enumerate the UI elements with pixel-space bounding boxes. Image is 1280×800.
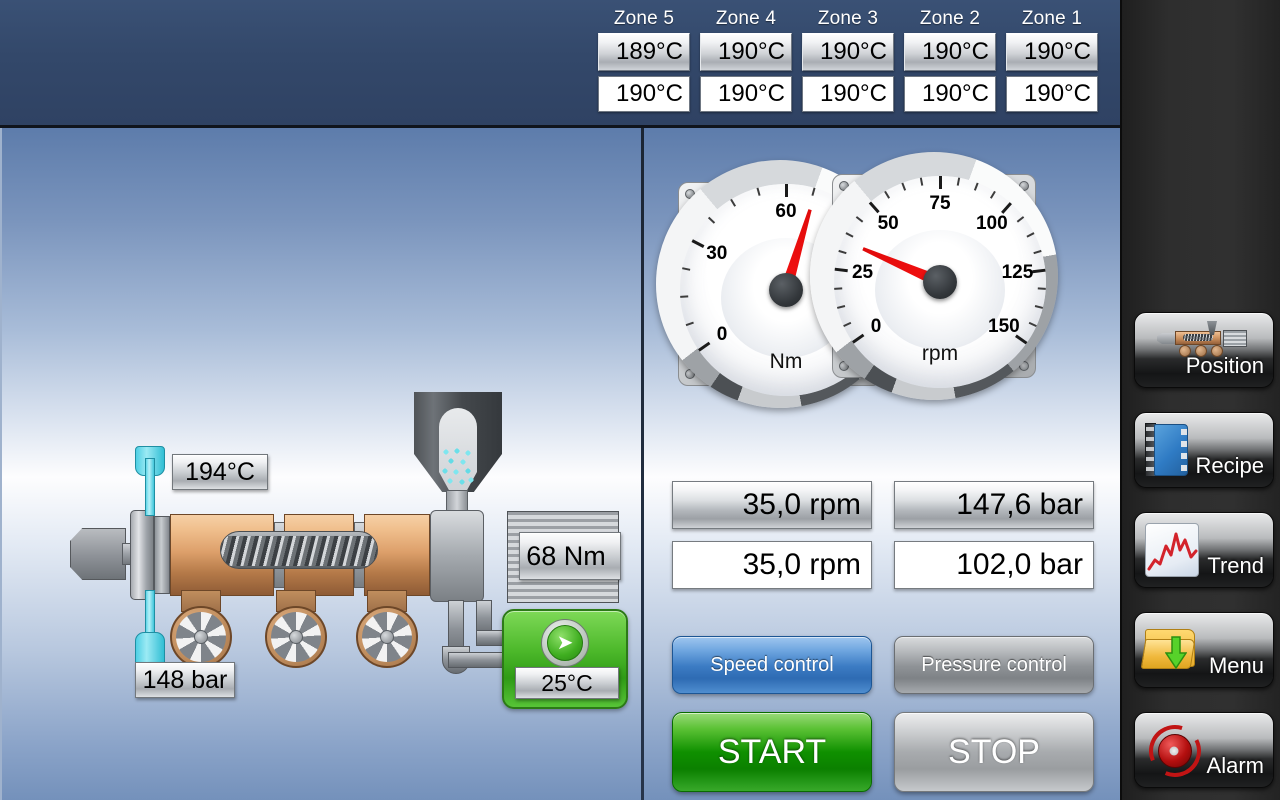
gauge-tick-label: 25 [851, 261, 874, 283]
cooling-fan-3 [356, 606, 418, 668]
hopper-pellets [440, 446, 476, 490]
gauge-unit-label: Nm [769, 350, 803, 373]
fan-hub [289, 630, 303, 644]
zone-actual-temperature: 189°C [598, 33, 690, 71]
water-temperature-display: 25°C [515, 667, 619, 699]
gearbox-flange-inner [154, 516, 170, 594]
gauge-tick-label: 150 [988, 315, 1020, 337]
gauge-hub [923, 265, 957, 299]
folder-download-icon [1140, 623, 1201, 677]
gauge-tick-label: 50 [877, 212, 899, 234]
torque-display: 68 Nm [519, 532, 621, 580]
start-button[interactable]: START [672, 712, 872, 792]
zone-column: Zone 1 190°C 190°C [1002, 6, 1102, 112]
gauge-hub [769, 273, 803, 307]
navigation-sidebar: Position Recipe Trend Menu Alarm [1120, 0, 1280, 800]
sidebar-item-recipe[interactable]: Recipe [1134, 412, 1274, 488]
zone-setpoint-temperature[interactable]: 190°C [904, 76, 996, 112]
cooling-fan-2 [265, 606, 327, 668]
notebook-icon [1145, 423, 1193, 477]
gauge-bezel: 0 25 50 75 100 125 150 rpm [810, 152, 1058, 400]
gearbox-flange [130, 510, 154, 600]
sidebar-item-label: Trend [1207, 553, 1264, 578]
gauge-tick-label: 75 [929, 193, 951, 214]
stop-button[interactable]: STOP [894, 712, 1094, 792]
temperature-sensor-stem [145, 458, 155, 516]
line-chart-icon [1145, 523, 1199, 577]
zone-actual-temperature: 190°C [802, 33, 894, 71]
water-cooling-panel[interactable]: ➤ 25°C [502, 609, 628, 709]
gauge-tick-label: 125 [1001, 261, 1034, 283]
gauge-tick-label: 60 [775, 201, 797, 222]
extruder-diagram: 68 Nm 194°C 148 bar ➤ 25°C [2, 128, 641, 800]
sidebar-item-label: Menu [1208, 653, 1264, 678]
drive-cone [70, 528, 126, 580]
fan-hub [194, 630, 208, 644]
gauge-tick-label: 0 [870, 315, 882, 337]
fan-hub [380, 630, 394, 644]
zone-actual-temperature: 190°C [1006, 33, 1098, 71]
zone-title: Zone 5 [613, 8, 675, 29]
zone-title: Zone 1 [1021, 8, 1083, 29]
screw-flights [221, 536, 377, 566]
sidebar-item-label: Position [1185, 353, 1264, 378]
gauge-unit-label: rpm [921, 342, 959, 365]
zone-column: Zone 3 190°C 190°C [798, 6, 898, 112]
arrow-right-icon: ➤ [547, 625, 583, 661]
zone-title: Zone 2 [919, 8, 981, 29]
zone-title: Zone 4 [715, 8, 777, 29]
zone-actual-temperature: 190°C [904, 33, 996, 71]
gauge-face: 0 25 50 75 100 125 150 rpm [834, 176, 1046, 388]
gauge-tick-label: 0 [716, 323, 728, 345]
sidebar-item-alarm[interactable]: Alarm [1134, 712, 1274, 788]
sidebar-item-menu[interactable]: Menu [1134, 612, 1274, 688]
pressure-actual-value: 147,6 bar [894, 481, 1094, 529]
zone-column: Zone 5 189°C 190°C [594, 6, 694, 112]
sidebar-item-trend[interactable]: Trend [1134, 512, 1274, 588]
flow-enable-button[interactable]: ➤ [541, 619, 589, 667]
zone-setpoint-temperature[interactable]: 190°C [802, 76, 894, 112]
sidebar-item-position[interactable]: Position [1134, 312, 1274, 388]
sidebar-item-label: Alarm [1206, 753, 1264, 778]
zone-title: Zone 3 [817, 8, 879, 29]
cooling-fan-1 [170, 606, 232, 668]
cooling-pipe-2 [448, 652, 510, 668]
melt-pressure-display: 148 bar [135, 662, 235, 698]
pressure-sensor-stem [145, 590, 155, 638]
sidebar-item-label: Recipe [1195, 453, 1264, 478]
gauge-tick-label: 30 [706, 242, 728, 264]
melt-temperature-display: 194°C [172, 454, 268, 490]
temperature-zone-strip: Zone 5 189°C 190°C Zone 4 190°C 190°C Zone 3 19… [594, 6, 1102, 112]
extruder-icon [1145, 321, 1265, 357]
speed-actual-value: 35,0 rpm [672, 481, 872, 529]
process-panel: 0306090120Nm 0255075100125150rpm 35,0 rp… [644, 128, 1122, 800]
main-stage: 68 Nm 194°C 148 bar ➤ 25°C 0306090120Nm … [0, 128, 1120, 800]
pressure-setpoint-value[interactable]: 102,0 bar [894, 541, 1094, 589]
speed-setpoint-value[interactable]: 35,0 rpm [672, 541, 872, 589]
zone-setpoint-temperature[interactable]: 190°C [598, 76, 690, 112]
speed-gauge: 0 25 50 75 100 125 150 rpm [804, 146, 1064, 406]
zone-setpoint-temperature[interactable]: 190°C [700, 76, 792, 112]
alarm-beacon-icon [1139, 715, 1211, 787]
header-bar: Zone 5 189°C 190°C Zone 4 190°C 190°C Zone 3 19… [0, 0, 1120, 128]
zone-setpoint-temperature[interactable]: 190°C [1006, 76, 1098, 112]
pressure-sensor-head [135, 632, 165, 666]
feed-throat [430, 510, 484, 602]
extruder-screw [220, 531, 378, 569]
speed-control-button[interactable]: Speed control [672, 636, 872, 694]
pressure-control-button[interactable]: Pressure control [894, 636, 1094, 694]
zone-actual-temperature: 190°C [700, 33, 792, 71]
zone-column: Zone 2 190°C 190°C [900, 6, 1000, 112]
zone-column: Zone 4 190°C 190°C [696, 6, 796, 112]
